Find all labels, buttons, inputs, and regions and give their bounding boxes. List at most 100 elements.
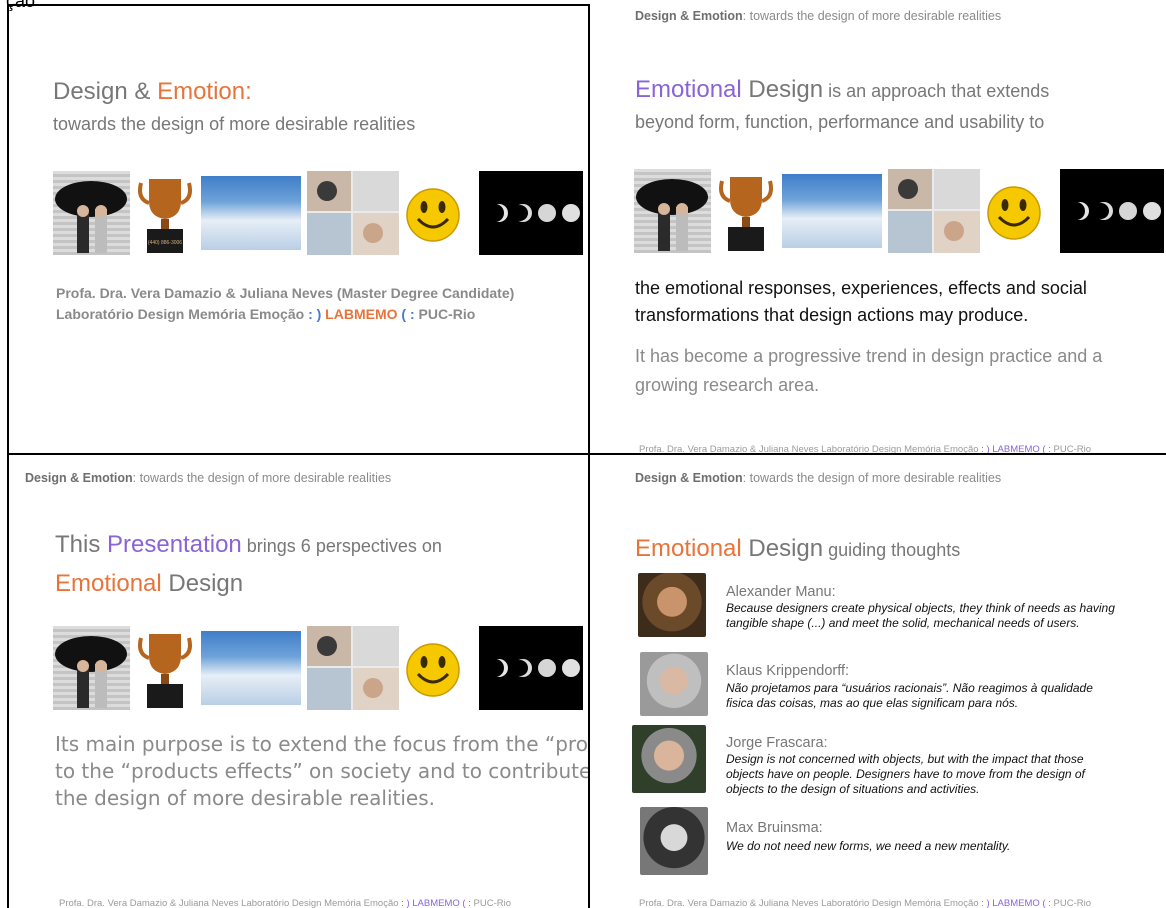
smiley-face-icon	[403, 171, 463, 255]
trend-line2: growing research area.	[635, 375, 820, 395]
umbrella-couple-photo	[53, 626, 130, 710]
purpose-line2: to the “products effects” on society and…	[55, 759, 588, 783]
footer-text: Profa. Dra. Vera Damazio & Juliana Neves…	[639, 444, 982, 453]
person-quote-line: objects have on people. Designers have t…	[726, 767, 1085, 781]
footer-inst: PUC-Rio	[470, 898, 512, 908]
definition-line2: beyond form, function, performance and u…	[635, 112, 1045, 132]
hands-collage-photo	[888, 169, 980, 253]
person-name: Alexander Manu:	[726, 584, 836, 600]
umbrella-couple-photo	[53, 171, 130, 255]
hands-collage-photo	[307, 626, 399, 710]
smiley-face-icon	[403, 626, 463, 710]
lab-smile: : )	[308, 306, 322, 322]
footer-frown: ( :	[462, 898, 471, 908]
header-accent: Emotion	[82, 471, 133, 485]
trophy-plate: (440) 886-3006	[148, 240, 182, 246]
perspectives-title-line2: Emotional Design	[55, 570, 243, 598]
purpose-line3: the design of more desirable realities.	[55, 786, 435, 810]
header-rest: : towards the design of more desirable r…	[132, 471, 392, 485]
title-word: Design	[741, 535, 824, 562]
person-quote-line: We do not need new forms, we need a new …	[726, 839, 1011, 853]
person-quote-line: Design is not concerned with objects, bu…	[726, 752, 1084, 766]
slide-footer: Profa. Dra. Vera Damazio & Juliana Neves…	[639, 444, 1091, 453]
footer-frown: ( :	[1042, 898, 1051, 908]
definition-body-line1: the emotional responses, experiences, ef…	[635, 278, 1087, 298]
title-word: Design	[741, 76, 824, 103]
header-lead: Design &	[25, 471, 83, 485]
institution: PUC-Rio	[414, 306, 476, 322]
slide-title: Design & Emotion: towards the design of …	[9, 6, 588, 453]
running-header: Design & Emotion: towards the design of …	[635, 9, 1001, 23]
footer-lab: LABMEMO	[989, 898, 1043, 908]
title-rest: is an approach that extends	[823, 81, 1050, 101]
perspectives-title: This Presentation brings 6 perspectives …	[55, 531, 442, 559]
umbrella-couple-photo	[634, 169, 711, 253]
trophy-photo	[135, 626, 195, 710]
person-quote-line: tangible shape (...) and meet the solid,…	[726, 616, 1080, 630]
definition-title: Emotional Design is an approach that ext…	[635, 76, 1049, 104]
person-quote-line: objects to the design of situations and …	[726, 782, 980, 796]
running-header: Design & Emotion: towards the design of …	[25, 471, 391, 485]
trophy-photo: (440) 886-3006	[135, 171, 195, 255]
title-accent: Emotion:	[157, 78, 252, 105]
lab-name: Laboratório Design Memória Emoção	[56, 306, 309, 322]
title-rest: brings 6 perspectives on	[241, 536, 442, 556]
footer-lab: LABMEMO	[989, 444, 1043, 453]
purpose-line1: Its main purpose is to extend the focus …	[55, 732, 588, 756]
title-accent: Emotional	[635, 76, 742, 103]
lab-frown: ( :	[401, 306, 415, 322]
header-rest: : towards the design of more desirable r…	[742, 9, 1002, 23]
header-rest: : towards the design of more desirable r…	[742, 471, 1002, 485]
person-name: Max Bruinsma:	[726, 820, 823, 836]
hands-collage-photo	[307, 171, 399, 255]
slide-perspectives: Design & Emotion: towards the design of …	[9, 455, 588, 908]
moon-phases-photo	[479, 171, 583, 255]
running-header: Design & Emotion: towards the design of …	[635, 471, 1001, 485]
footer-text: Profa. Dra. Vera Damazio & Juliana Neves…	[59, 898, 402, 908]
alexander-manu-portrait	[638, 573, 706, 637]
trophy-photo	[716, 169, 776, 253]
footer-text: Profa. Dra. Vera Damazio & Juliana Neves…	[639, 898, 982, 908]
footer-lab: LABMEMO	[409, 898, 463, 908]
moon-phases-photo	[1060, 169, 1164, 253]
lab-line: Laboratório Design Memória Emoção : ) LA…	[56, 304, 475, 325]
slide-title-heading: Design & Emotion:	[53, 78, 252, 106]
person-quote-line: Because designers create physical object…	[726, 601, 1115, 615]
footer-inst: PUC-Rio	[1050, 898, 1092, 908]
slide-footer: Profa. Dra. Vera Damazio & Juliana Neves…	[59, 898, 511, 908]
definition-body-line2: transformations that design actions may …	[635, 305, 1029, 325]
person-quote-line: Não projetamos para “usuários racionais”…	[726, 681, 1093, 695]
lab-acronym: LABMEMO	[321, 306, 402, 322]
authors-line: Profa. Dra. Vera Damazio & Juliana Neves…	[56, 285, 515, 301]
footer-smile: : )	[981, 898, 990, 908]
header-accent: Emotion	[692, 9, 743, 23]
trend-line1: It has become a progressive trend in des…	[635, 346, 1103, 366]
max-bruinsma-portrait	[640, 807, 708, 875]
slide-guiding-thoughts: Design & Emotion: towards the design of …	[590, 455, 1166, 908]
title-accent: Presentation	[107, 531, 242, 558]
slide-title-subtitle: towards the design of more desirable rea…	[53, 114, 416, 134]
sky-clouds-photo	[201, 631, 301, 705]
title-accent: Emotional	[635, 535, 742, 562]
title-lead: Design &	[53, 78, 158, 105]
slide-definition: Design & Emotion: towards the design of …	[590, 0, 1166, 453]
klaus-krippendorff-portrait	[640, 652, 708, 716]
footer-smile: : )	[981, 444, 990, 453]
moon-phases-photo	[479, 626, 583, 710]
sky-clouds-photo	[782, 174, 882, 248]
slide-footer: Profa. Dra. Vera Damazio & Juliana Neves…	[639, 898, 1091, 908]
sky-clouds-photo	[201, 176, 301, 250]
footer-smile: : )	[401, 898, 410, 908]
header-lead: Design &	[635, 471, 693, 485]
title2-accent: Emotional	[55, 570, 162, 597]
guiding-title: Emotional Design guiding thoughts	[635, 535, 960, 563]
header-accent: Emotion	[692, 471, 743, 485]
smiley-face-icon	[984, 169, 1044, 253]
title-rest: guiding thoughts	[823, 540, 961, 560]
footer-inst: PUC-Rio	[1050, 444, 1092, 453]
header-lead: Design &	[635, 9, 693, 23]
footer-frown: ( :	[1042, 444, 1051, 453]
person-name: Jorge Frascara:	[726, 735, 828, 751]
jorge-frascara-portrait	[632, 725, 706, 793]
person-name: Klaus Krippendorff:	[726, 663, 850, 679]
